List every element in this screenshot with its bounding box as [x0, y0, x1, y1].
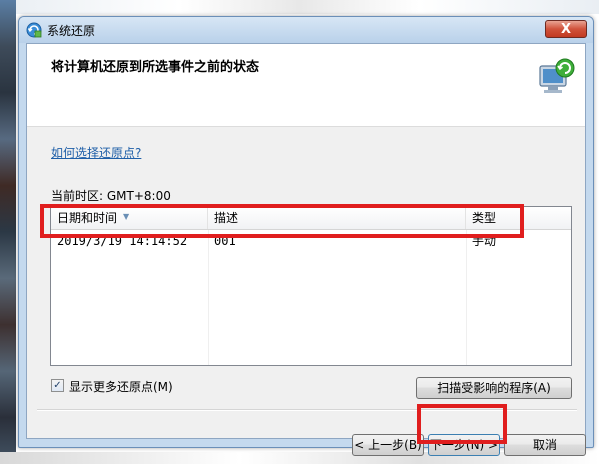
- system-restore-dialog: 系统还原 X 将计算机还原到所选事件之前的状态 如何选择还原点? 当前时区: G…: [18, 16, 594, 456]
- header-panel: 将计算机还原到所选事件之前的状态: [27, 44, 585, 127]
- desktop-background-left: [0, 0, 16, 464]
- scan-affected-programs-button[interactable]: 扫描受影响的程序(A): [416, 377, 572, 399]
- restore-point-list[interactable]: 日期和时间 ▼ 描述 类型 2019/3/19 14:14:52 001 手动: [50, 206, 572, 366]
- table-row[interactable]: 2019/3/19 14:14:52 001 手动: [51, 230, 571, 252]
- cell-description: 001: [214, 234, 236, 248]
- column-header-description[interactable]: 描述: [208, 207, 466, 229]
- list-header: 日期和时间 ▼ 描述 类型: [51, 207, 571, 230]
- cell-type: 手动: [472, 234, 497, 248]
- cancel-button[interactable]: 取消: [504, 434, 586, 456]
- system-restore-icon: [26, 22, 42, 38]
- timezone-label: 当前时区: GMT+8:00: [51, 189, 171, 203]
- show-more-checkbox[interactable]: ✓: [51, 379, 64, 392]
- close-button[interactable]: X: [545, 20, 587, 38]
- header-title: 将计算机还原到所选事件之前的状态: [51, 60, 260, 75]
- title-bar[interactable]: 系统还原 X: [19, 17, 593, 43]
- dialog-client-area: 将计算机还原到所选事件之前的状态 如何选择还原点? 当前时区: GMT+8:00…: [26, 43, 586, 456]
- back-button[interactable]: < 上一步(B): [352, 434, 424, 456]
- show-more-label: 显示更多还原点(M): [69, 380, 173, 394]
- next-button[interactable]: 下一步(N) >: [428, 434, 500, 456]
- column-header-type[interactable]: 类型: [466, 207, 571, 229]
- column-header-datetime[interactable]: 日期和时间 ▼: [51, 207, 208, 229]
- column-divider: [466, 230, 467, 365]
- cell-datetime: 2019/3/19 14:14:52: [57, 234, 188, 248]
- desktop-background-top: [0, 0, 599, 14]
- help-link[interactable]: 如何选择还原点?: [51, 144, 141, 161]
- separator: [37, 409, 577, 411]
- system-restore-graphic-icon: [539, 58, 575, 93]
- sort-arrow-icon: ▼: [123, 212, 130, 221]
- window-title: 系统还原: [47, 24, 96, 38]
- column-divider: [208, 230, 209, 365]
